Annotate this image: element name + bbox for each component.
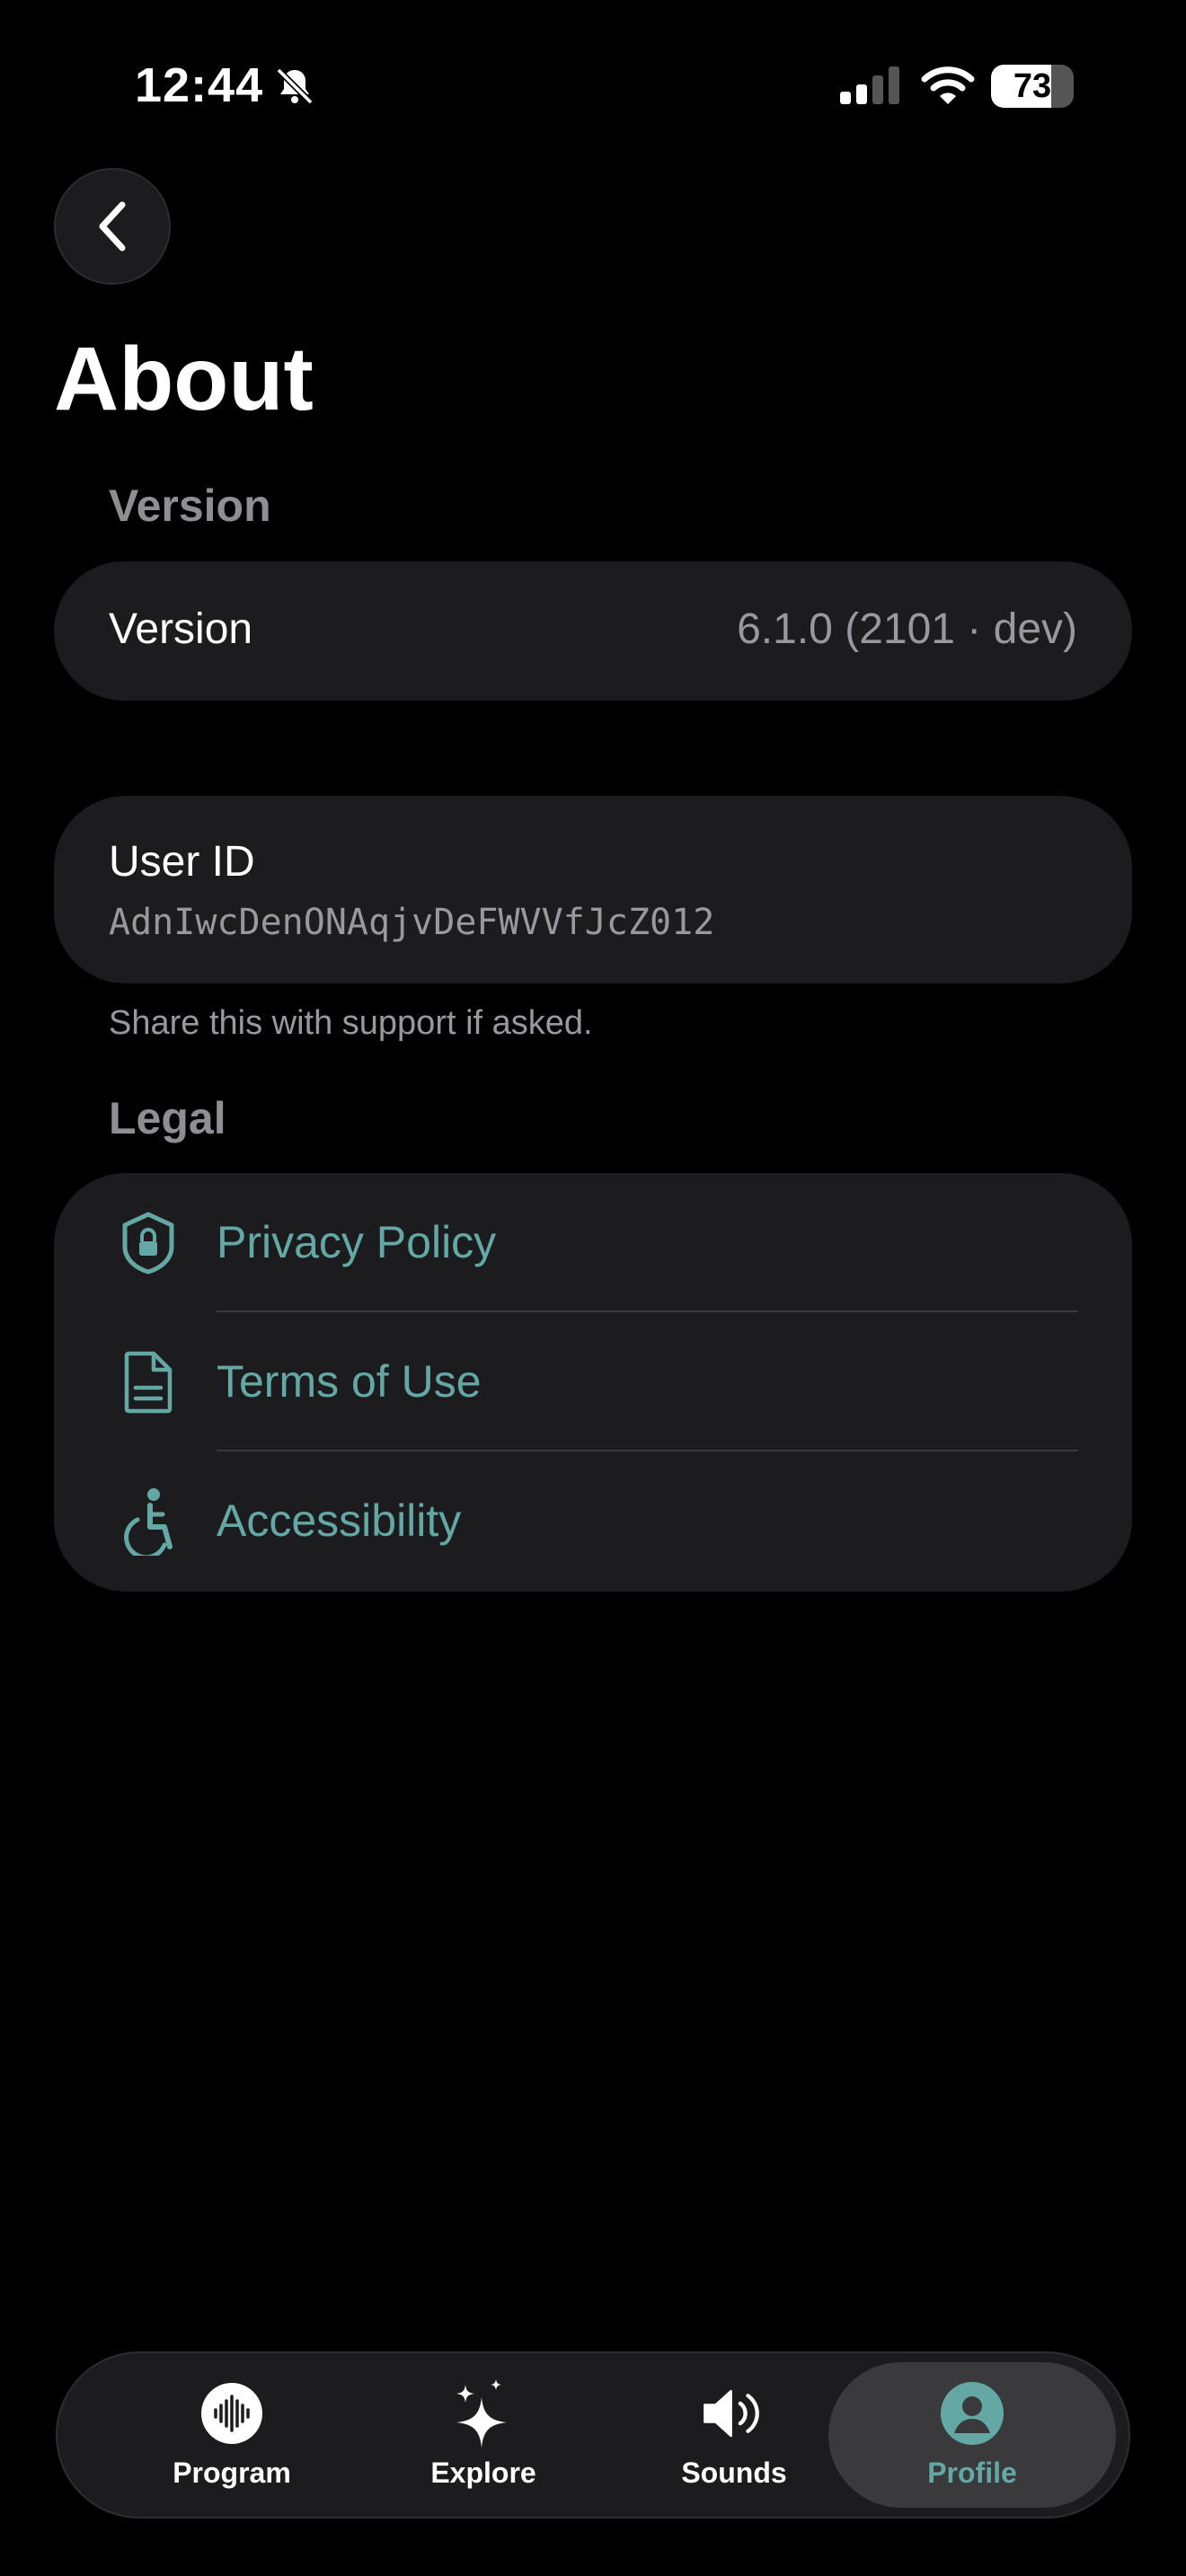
battery-percent: 73 [1013,67,1052,105]
accessibility-icon [112,1486,184,1557]
version-row-value: 6.1.0 (2101 · dev) [737,605,1077,653]
user-id-label: User ID [109,838,255,886]
user-id-row[interactable]: User ID AdnIwcDenONAqjvDeFWVVfJcZ012 [54,796,1132,984]
speaker-icon [702,2381,766,2446]
sparkles-icon [451,2378,516,2448]
version-row-label: Version [109,605,253,653]
page-title: About [54,329,314,429]
cellular-signal-icon [840,66,899,104]
battery-indicator: 73 [991,65,1074,108]
legal-item-privacy-policy[interactable]: Privacy Policy [54,1173,1132,1312]
legal-item-accessibility[interactable]: Accessibility [54,1451,1132,1591]
tab-profile[interactable]: Profile [828,2362,1116,2508]
tab-bar: Program Explore Sounds Profile [56,2351,1130,2519]
waveform-icon [199,2381,264,2446]
back-button[interactable] [54,168,171,285]
chevron-left-icon [99,201,126,251]
bell-slash-icon [276,67,314,105]
wifi-icon [921,66,975,104]
tab-program-label: Program [173,2456,291,2489]
shield-lock-icon [112,1207,184,1279]
legal-item-terms-of-use[interactable]: Terms of Use [54,1312,1132,1451]
tab-program[interactable]: Program [105,2353,358,2517]
terms-of-use-label: Terms of Use [217,1356,482,1407]
accessibility-label: Accessibility [217,1495,462,1546]
user-id-footnote: Share this with support if asked. [109,1004,593,1042]
version-section-label: Version [109,481,271,531]
legal-list: Privacy Policy Terms of Use Accessibilit… [54,1173,1132,1592]
privacy-policy-label: Privacy Policy [217,1217,497,1267]
tab-explore-label: Explore [430,2456,536,2489]
user-id-value[interactable]: AdnIwcDenONAqjvDeFWVVfJcZ012 [109,902,714,943]
version-row: Version 6.1.0 (2101 · dev) [54,561,1132,701]
tab-sounds-label: Sounds [681,2456,787,2489]
tab-profile-label: Profile [927,2456,1017,2489]
legal-section-label: Legal [109,1093,226,1143]
document-icon [112,1346,184,1418]
person-icon [940,2381,1005,2446]
tab-sounds[interactable]: Sounds [607,2353,861,2517]
status-time: 12:44 [135,58,264,112]
tab-explore[interactable]: Explore [357,2353,610,2517]
